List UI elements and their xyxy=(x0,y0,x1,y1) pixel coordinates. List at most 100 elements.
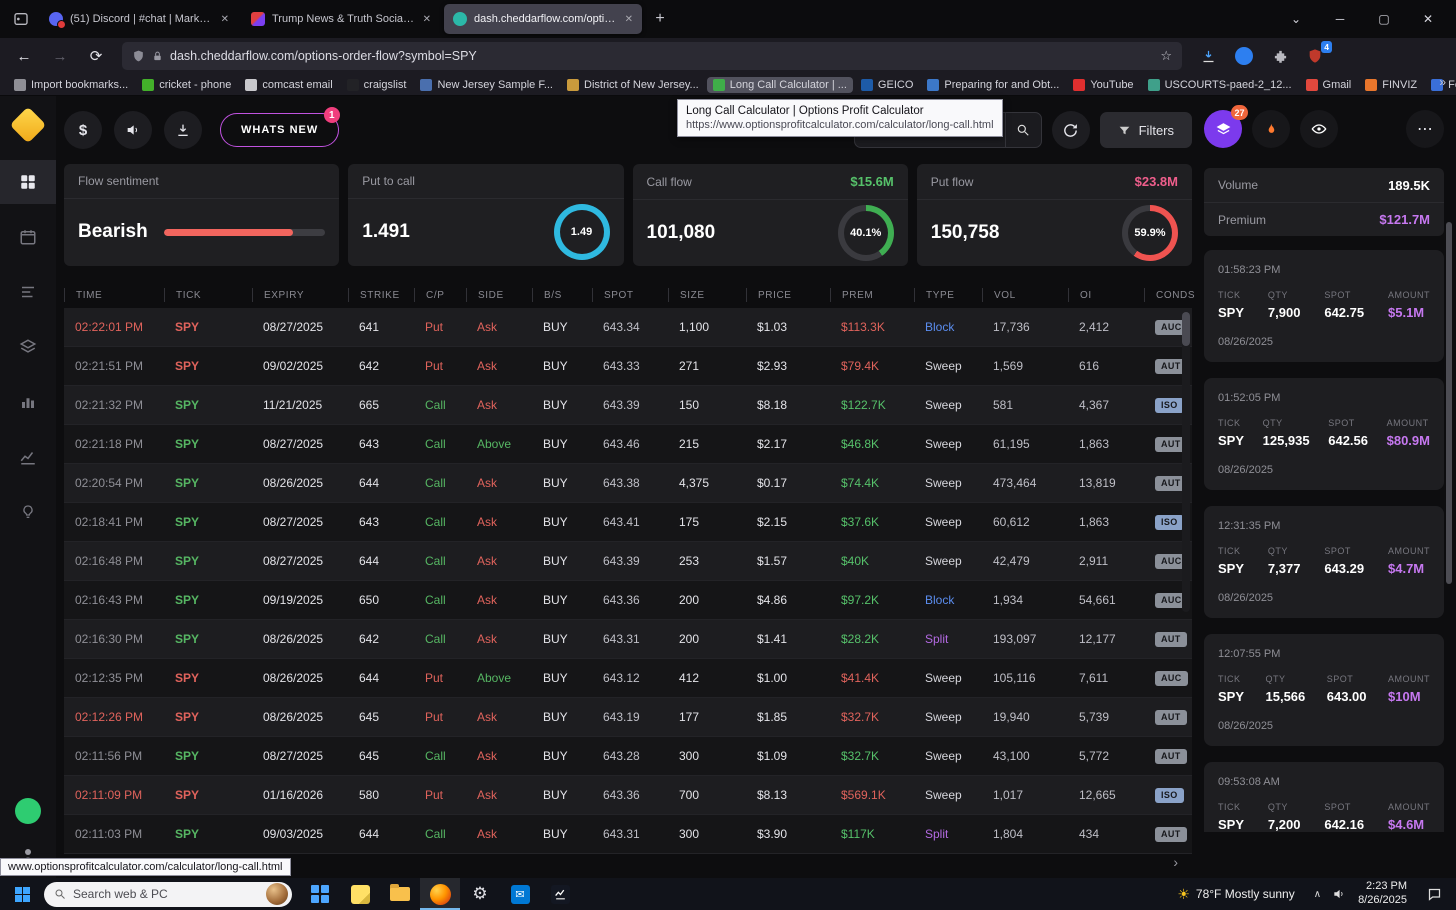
bookmark-item[interactable]: Gmail xyxy=(1300,77,1358,93)
sound-alerts-button[interactable] xyxy=(114,111,152,149)
column-header[interactable]: TYPE xyxy=(914,288,982,302)
export-download-button[interactable] xyxy=(164,111,202,149)
column-header[interactable]: PREM xyxy=(830,288,914,302)
bookmark-item[interactable]: comcast email xyxy=(239,77,338,93)
sidebar-item-flow-feed[interactable] xyxy=(0,270,56,314)
bookmark-item[interactable]: GEICO xyxy=(855,77,919,93)
taskbar-sticky-notes-icon[interactable] xyxy=(340,878,380,910)
downloads-icon[interactable] xyxy=(1194,42,1222,70)
account-icon[interactable] xyxy=(1230,42,1258,70)
lock-icon[interactable] xyxy=(152,50,163,63)
reload-button[interactable]: ⟳ xyxy=(82,42,110,70)
table-row[interactable]: 02:16:43 PM SPY 09/19/2025 650 Call Ask … xyxy=(64,581,1192,620)
table-scrollbar[interactable] xyxy=(1182,312,1190,612)
volume-tray-icon[interactable] xyxy=(1332,887,1346,901)
large-order-card[interactable]: 09:53:08 AM TICK SPY QTY 7,200 SPOT 642.16 … xyxy=(1204,762,1444,832)
filters-button[interactable]: Filters xyxy=(1099,112,1192,148)
column-header[interactable]: OI xyxy=(1068,288,1144,302)
large-order-card[interactable]: 01:58:23 PM TICK SPY QTY 7,900 SPOT 642.75 … xyxy=(1204,250,1444,362)
bookmark-item[interactable]: Import bookmarks... xyxy=(8,77,134,93)
table-row[interactable]: 02:21:51 PM SPY 09/02/2025 642 Put Ask B… xyxy=(64,347,1192,386)
column-header[interactable]: TIME xyxy=(64,288,164,302)
table-row[interactable]: 02:16:48 PM SPY 08/27/2025 644 Call Ask … xyxy=(64,542,1192,581)
refresh-button[interactable] xyxy=(1051,111,1090,149)
table-row[interactable]: 02:20:54 PM SPY 08/26/2025 644 Call Ask … xyxy=(64,464,1192,503)
column-header[interactable]: B/S xyxy=(532,288,592,302)
online-status-button[interactable] xyxy=(15,798,41,824)
adblock-extension-icon[interactable]: 4 xyxy=(1302,41,1332,69)
table-row[interactable]: 02:11:56 PM SPY 08/27/2025 645 Call Ask … xyxy=(64,737,1192,776)
table-scrollbar-thumb[interactable] xyxy=(1182,312,1190,346)
table-row[interactable]: 02:16:30 PM SPY 08/26/2025 642 Call Ask … xyxy=(64,620,1192,659)
table-row[interactable]: 02:11:09 PM SPY 01/16/2026 580 Put Ask B… xyxy=(64,776,1192,815)
whats-new-button[interactable]: WHATS NEW 1 xyxy=(220,107,341,147)
tab-close-icon[interactable]: ✕ xyxy=(221,14,229,25)
tab-discord[interactable]: (51) Discord | #chat | Market M... ✕ xyxy=(40,4,238,34)
bookmark-item[interactable]: cricket - phone xyxy=(136,77,237,93)
minimize-button[interactable]: ─ xyxy=(1318,0,1362,38)
sidebar-item-dashboard[interactable] xyxy=(0,160,56,204)
column-header[interactable]: C/P xyxy=(414,288,466,302)
tray-chevron-icon[interactable]: ∧ xyxy=(1309,889,1326,900)
column-header[interactable]: SPOT xyxy=(592,288,668,302)
tab-close-icon[interactable]: ✕ xyxy=(625,14,633,25)
search-highlight-image[interactable] xyxy=(266,883,288,905)
column-header[interactable]: CONDS xyxy=(1144,288,1195,302)
taskbar-weather[interactable]: ☀ 78°F Mostly sunny xyxy=(1169,886,1302,903)
right-panel-scrollbar-thumb[interactable] xyxy=(1446,222,1452,584)
bookmark-star-icon[interactable]: ☆ xyxy=(1160,48,1172,64)
table-row[interactable]: 02:12:35 PM SPY 08/26/2025 644 Put Above… xyxy=(64,659,1192,698)
close-window-button[interactable]: ✕ xyxy=(1406,0,1450,38)
column-header[interactable]: EXPIRY xyxy=(252,288,348,302)
taskbar-tradingview-icon[interactable] xyxy=(540,878,580,910)
table-row[interactable]: 02:21:32 PM SPY 11/21/2025 665 Call Ask … xyxy=(64,386,1192,425)
taskbar-mail-icon[interactable]: ✉ xyxy=(500,878,540,910)
forward-button[interactable]: → xyxy=(46,42,74,70)
bookmark-item[interactable]: YouTube xyxy=(1067,77,1139,93)
column-header[interactable]: STRIKE xyxy=(348,288,414,302)
tab-close-icon[interactable]: ✕ xyxy=(423,14,431,25)
new-tab-button[interactable]: + xyxy=(646,6,674,32)
bookmark-item[interactable]: FINVIZ xyxy=(1359,77,1423,93)
column-header[interactable]: TICK xyxy=(164,288,252,302)
bookmarks-overflow-chevron[interactable]: » xyxy=(1433,75,1452,89)
start-button[interactable] xyxy=(0,878,44,910)
back-button[interactable]: ← xyxy=(10,42,38,70)
maximize-button[interactable]: ▢ xyxy=(1362,0,1406,38)
bookmark-item[interactable]: Long Call Calculator | ... xyxy=(706,76,853,93)
column-header[interactable]: VOL xyxy=(982,288,1068,302)
watchlist-button[interactable]: 27 xyxy=(1204,105,1248,148)
table-row[interactable]: 02:11:03 PM SPY 09/03/2025 644 Call Ask … xyxy=(64,815,1192,854)
table-row[interactable]: 02:12:26 PM SPY 08/26/2025 645 Put Ask B… xyxy=(64,698,1192,737)
extensions-puzzle-icon[interactable] xyxy=(1266,42,1294,70)
sidebar-item-ideas[interactable] xyxy=(0,490,56,534)
table-scroll-right-chevron[interactable]: › xyxy=(1173,854,1178,870)
sidebar-item-layers[interactable] xyxy=(0,325,56,369)
table-row[interactable]: 02:18:41 PM SPY 08/27/2025 643 Call Ask … xyxy=(64,503,1192,542)
bookmark-item[interactable]: District of New Jersey... xyxy=(561,77,705,93)
tab-truth-social[interactable]: Trump News & Truth Social Imp... ✕ xyxy=(242,4,440,34)
search-button[interactable] xyxy=(1004,113,1041,147)
more-options-button[interactable]: ⋯ xyxy=(1406,110,1444,148)
table-row[interactable]: 02:22:01 PM SPY 08/27/2025 641 Put Ask B… xyxy=(64,308,1192,347)
firefox-view-icon[interactable] xyxy=(6,6,36,32)
bookmark-item[interactable]: New Jersey Sample F... xyxy=(414,77,559,93)
taskbar-clock[interactable]: 2:23 PM 8/26/2025 xyxy=(1352,880,1413,908)
large-order-card[interactable]: 01:52:05 PM TICK SPY QTY 125,935 SPOT 642.5… xyxy=(1204,378,1444,490)
taskbar-firefox-icon[interactable] xyxy=(420,878,460,910)
column-header[interactable]: SIZE xyxy=(668,288,746,302)
cheddarflow-logo[interactable] xyxy=(9,106,47,144)
hot-flow-button[interactable] xyxy=(1252,110,1290,148)
large-order-card[interactable]: 12:31:35 PM TICK SPY QTY 7,377 SPOT 643.29 … xyxy=(1204,506,1444,618)
column-header[interactable]: SIDE xyxy=(466,288,532,302)
taskbar-file-explorer-icon[interactable] xyxy=(380,878,420,910)
list-tabs-chevron-icon[interactable]: ⌄ xyxy=(1274,0,1318,38)
bookmark-item[interactable]: Preparing for and Obt... xyxy=(921,77,1065,93)
taskbar-search-box[interactable]: Search web & PC xyxy=(44,881,292,907)
sidebar-item-calendar[interactable] xyxy=(0,215,56,259)
tab-cheddarflow-active[interactable]: dash.cheddarflow.com/options... ✕ xyxy=(444,4,642,34)
sidebar-item-bar-charts[interactable] xyxy=(0,380,56,424)
table-row[interactable]: 02:21:18 PM SPY 08/27/2025 643 Call Abov… xyxy=(64,425,1192,464)
watch-eye-button[interactable] xyxy=(1300,110,1338,148)
currency-button[interactable]: $ xyxy=(64,111,102,149)
